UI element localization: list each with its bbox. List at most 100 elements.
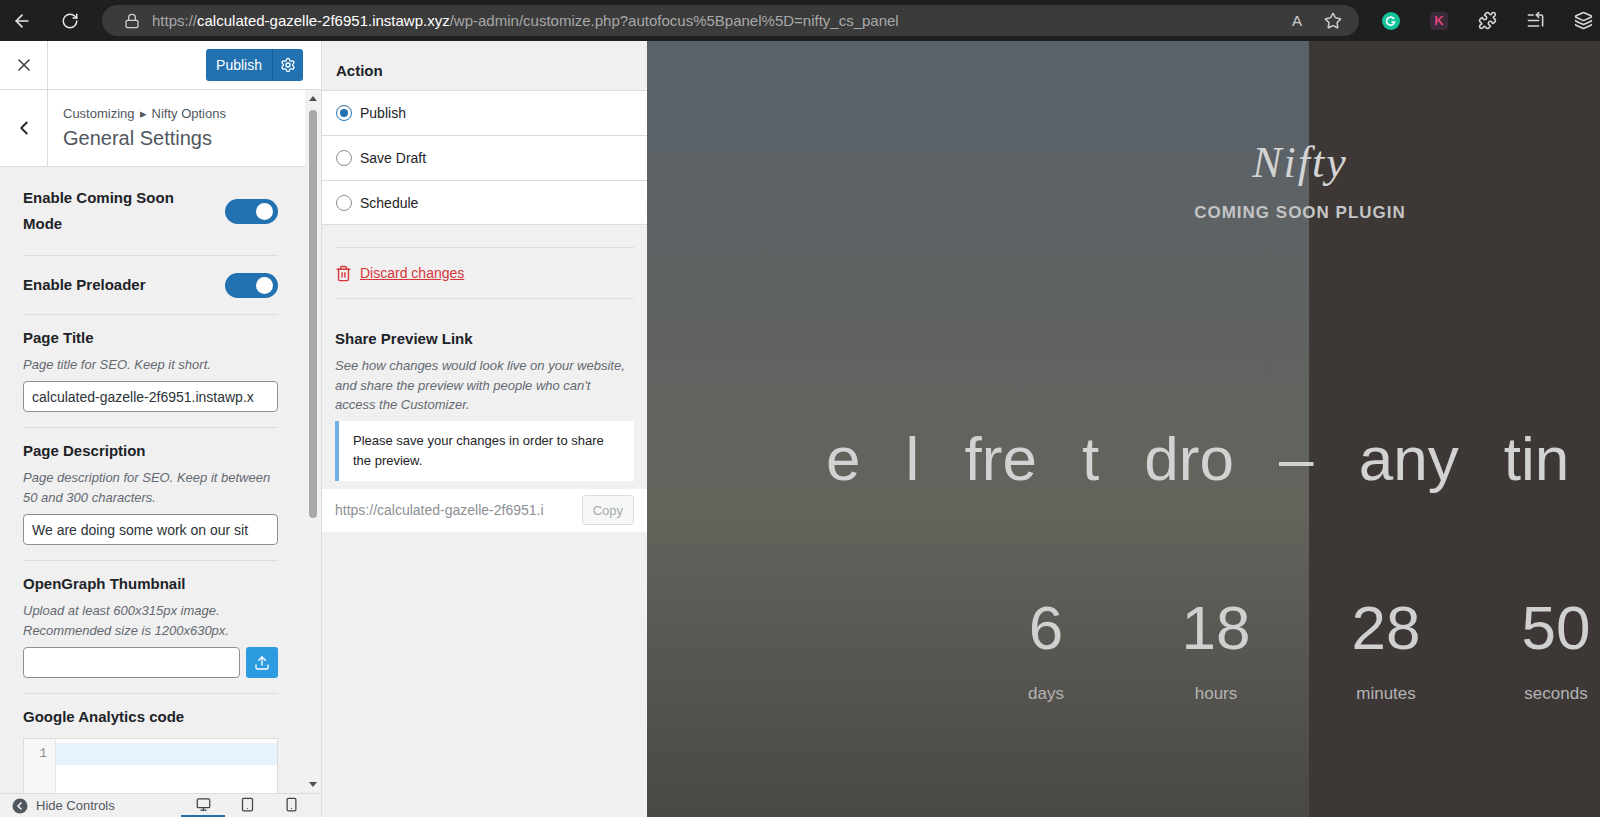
device-button[interactable] [225, 794, 269, 817]
text-field[interactable]: We are doing some work on our sit [23, 514, 278, 545]
extensions-button[interactable] [1471, 5, 1503, 37]
close-button[interactable] [0, 41, 48, 89]
setting-label: Page Title [23, 327, 278, 349]
grammarly-extension[interactable] [1375, 5, 1407, 37]
grammarly-icon [1382, 12, 1400, 30]
action-label: Publish [360, 105, 406, 121]
share-title: Share Preview Link [335, 329, 634, 349]
toggle-switch[interactable] [225, 199, 278, 224]
code-area[interactable] [56, 739, 277, 793]
preview-header: NiftyCOMING SOON PLUGIN [1150, 41, 1450, 224]
favorites-button[interactable] [1519, 5, 1551, 37]
text-field[interactable]: calculated-gazelle-2f6951.instawp.x [23, 381, 278, 412]
countdown: 6days18hours28minutes50seconds [971, 593, 1600, 705]
publish-panel-inner: Discard changes Share Preview Link See how… [322, 225, 647, 481]
active-line [56, 743, 277, 765]
sidebar-header: Publish [0, 41, 321, 90]
action-option[interactable]: Save Draft [322, 135, 647, 180]
separator [335, 247, 634, 248]
countdown-value: 6 [1029, 593, 1063, 663]
k-extension-badge: K [1430, 12, 1448, 30]
panel-title: General Settings [63, 127, 226, 150]
back-button[interactable] [4, 5, 40, 37]
read-aloud-button[interactable]: A [1285, 9, 1309, 33]
customizer-sidebar: Publish Customizing▸Nifty Options General … [0, 41, 322, 817]
back-panel-button[interactable] [0, 90, 48, 166]
setting-label: Page Description [23, 440, 278, 462]
toggle-row: Enable Preloader [23, 272, 278, 298]
field-row: calculated-gazelle-2f6951.instawp.x [23, 375, 278, 412]
toggle-knob [256, 203, 273, 220]
scroll-up-icon[interactable] [309, 96, 317, 101]
toggle-knob [256, 277, 273, 294]
collections-icon [1574, 11, 1593, 30]
publish-group: Publish [206, 49, 303, 81]
radio-button[interactable] [336, 105, 352, 121]
hide-controls-label[interactable]: Hide Controls [36, 798, 115, 813]
publish-settings-button[interactable] [272, 49, 303, 81]
animated-headline: e l fre t dro – any tin [826, 424, 1600, 494]
breadcrumb: Customizing▸Nifty Options [63, 106, 226, 121]
breadcrumb-item: ▸ [140, 106, 147, 121]
text-setting: Page Title Page title for SEO. Keep it sh… [23, 315, 278, 428]
scroll-thumb[interactable] [309, 110, 317, 518]
upload-button[interactable] [246, 647, 278, 678]
radio-button[interactable] [336, 195, 352, 211]
address-bar[interactable]: https://calculated-gazelle-2f6951.instaw… [102, 5, 1359, 36]
radio-button[interactable] [336, 150, 352, 166]
code-editor[interactable]: 1 [23, 738, 278, 793]
line-gutter: 1 [24, 739, 56, 793]
refresh-icon [61, 12, 79, 30]
collections-button[interactable] [1567, 5, 1599, 37]
upload-field[interactable] [23, 647, 240, 678]
puzzle-icon [1478, 11, 1497, 30]
mobile-icon [284, 797, 299, 812]
code-setting: Google Analytics code1 [23, 694, 278, 793]
scrollbar[interactable] [305, 90, 321, 793]
favorite-button[interactable] [1321, 9, 1345, 33]
publish-button[interactable]: Publish [206, 49, 272, 81]
discard-row[interactable]: Discard changes [335, 248, 634, 298]
trash-icon [335, 265, 352, 282]
back-arrow-icon [12, 11, 32, 31]
discard-link[interactable]: Discard changes [360, 265, 464, 281]
upload-icon [254, 655, 270, 671]
publish-settings-panel: Action Publish Save Draft Schedule Discard c… [322, 41, 647, 817]
toggle-row: Enable Coming Soon Mode [23, 185, 278, 237]
upload-row [23, 641, 278, 678]
close-icon [14, 55, 34, 75]
action-label: Schedule [360, 195, 418, 211]
refresh-button[interactable] [52, 5, 88, 37]
page: https://calculated-gazelle-2f6951.instaw… [0, 0, 1600, 817]
panel-title-section: Customizing▸Nifty Options General Setting… [0, 90, 305, 167]
share-description: See how changes would look live on your … [335, 356, 634, 415]
action-option[interactable]: Publish [322, 90, 647, 135]
customizer: Publish Customizing▸Nifty Options General … [0, 41, 1600, 817]
radio-dot [340, 109, 348, 117]
countdown-unit: seconds [1524, 683, 1587, 705]
url-text: https://calculated-gazelle-2f6951.instaw… [152, 12, 1273, 29]
k-extension[interactable]: K [1423, 5, 1455, 37]
device-button[interactable] [269, 794, 313, 817]
collapse-icon[interactable] [12, 798, 28, 814]
countdown-value: 28 [1352, 593, 1421, 663]
sidebar-content: Customizing▸Nifty Options General Setting… [0, 90, 305, 793]
copy-button[interactable]: Copy [582, 495, 634, 525]
action-option[interactable]: Schedule [322, 180, 647, 225]
share-notice: Please save your changes in order to sha… [335, 421, 634, 481]
star-icon [1324, 12, 1342, 30]
panel-title-text: Customizing▸Nifty Options General Setting… [48, 90, 226, 166]
action-heading: Action [322, 41, 647, 90]
share-url-field[interactable]: https://calculated-gazelle-2f6951.i [335, 502, 576, 518]
grammarly-mark-icon [1386, 16, 1396, 26]
setting-description: Page title for SEO. Keep it short. [23, 355, 278, 375]
countdown-unit: days [1028, 683, 1064, 705]
scroll-down-icon[interactable] [309, 782, 317, 787]
device-button[interactable] [181, 794, 225, 817]
site-preview: NiftyCOMING SOON PLUGIN e l fre t dro – a… [647, 41, 1600, 817]
tablet-icon [240, 797, 255, 812]
toggle-switch[interactable] [225, 273, 278, 298]
setting-description: Upload at least 600x315px image. Recomme… [23, 601, 278, 641]
countdown-item: 6 days [971, 593, 1121, 705]
lock-icon [124, 13, 140, 29]
